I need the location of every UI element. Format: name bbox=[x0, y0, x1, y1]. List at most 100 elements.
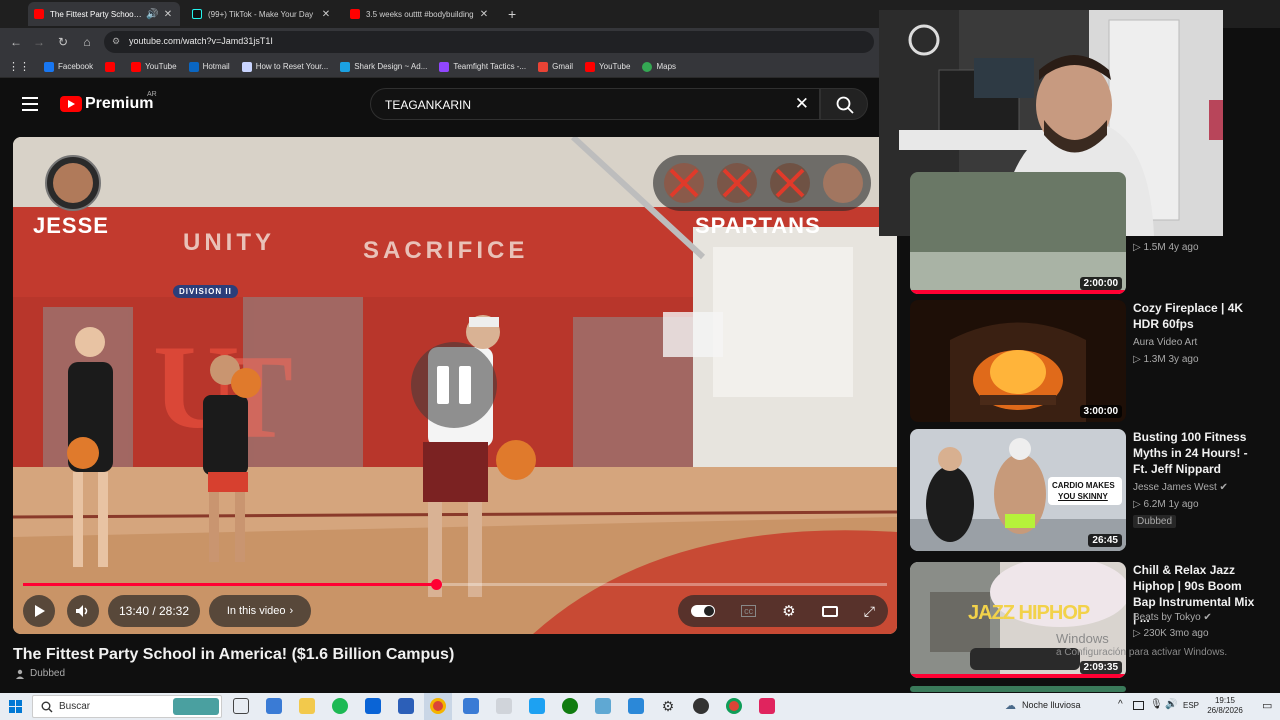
volume-icon bbox=[76, 605, 88, 617]
widgets-icon[interactable] bbox=[266, 698, 282, 714]
reload-icon[interactable]: ↻ bbox=[55, 34, 71, 50]
windows-start-icon[interactable] bbox=[9, 700, 22, 713]
outlook-icon[interactable] bbox=[365, 698, 381, 714]
recommendation-item[interactable]: JAZZ HIPHOP 2:09:35 Chill & Relax Jazz H… bbox=[910, 562, 1254, 684]
close-tab-icon[interactable]: ✕ bbox=[320, 9, 332, 20]
chrome-profile-icon[interactable] bbox=[726, 698, 742, 714]
tab-youtube-video[interactable]: The Fittest Party School in A 🔊 ✕ bbox=[28, 2, 180, 26]
xbox-icon[interactable] bbox=[562, 698, 578, 714]
bookmark-youtube-icon-only[interactable] bbox=[105, 61, 119, 72]
video-thumbnail[interactable]: 2:00:00 bbox=[910, 172, 1126, 294]
file-explorer-icon[interactable] bbox=[299, 698, 315, 714]
tab-bodybuilding[interactable]: 3.5 weeks outttt #bodybuilding ✕ bbox=[344, 2, 496, 26]
site-info-icon[interactable]: ⚙ bbox=[112, 36, 124, 48]
new-tab-button[interactable]: + bbox=[502, 2, 522, 26]
duration-badge: 26:45 bbox=[1088, 534, 1122, 547]
banner-unity: UNITY bbox=[183, 229, 275, 256]
bookmark-youtube[interactable]: YouTube bbox=[131, 61, 177, 72]
video-thumbnail[interactable]: JAZZ HIPHOP 2:09:35 bbox=[910, 562, 1126, 678]
clear-search-icon[interactable]: ✕ bbox=[795, 94, 809, 114]
fullscreen-icon[interactable]: ⤢ bbox=[864, 603, 875, 620]
clock[interactable]: 19:15 26/8/2026 bbox=[1205, 696, 1245, 716]
dubbed-icon bbox=[16, 669, 24, 679]
taskbar-search-input[interactable]: Buscar bbox=[32, 695, 222, 718]
close-tab-icon[interactable]: ✕ bbox=[478, 9, 490, 20]
chapters-label: In this video bbox=[226, 605, 286, 617]
division-sign: DIVISION II bbox=[173, 285, 238, 298]
bookmark-tft[interactable]: Teamfight Tactics -... bbox=[439, 61, 526, 72]
bookmark-reset[interactable]: How to Reset Your... bbox=[241, 61, 328, 72]
bookmark-shark-design[interactable]: Shark Design ~ Ad... bbox=[340, 61, 427, 72]
weather-icon[interactable]: ☁ bbox=[1005, 699, 1016, 712]
mic-icon[interactable]: 🎙 bbox=[1150, 699, 1163, 710]
speaker-icon[interactable]: 🔊 bbox=[146, 9, 158, 20]
play-button[interactable] bbox=[23, 595, 55, 627]
chrome-icon[interactable] bbox=[430, 698, 446, 714]
channel-name[interactable]: Jesse James West ✔ bbox=[1133, 482, 1228, 493]
speaker-icon[interactable]: 🔊 bbox=[1165, 699, 1177, 710]
scrubber-handle[interactable] bbox=[430, 579, 442, 590]
apps-icon[interactable]: ⋮⋮ bbox=[8, 60, 30, 73]
video-thumbnail[interactable] bbox=[910, 686, 1126, 692]
tiktok-icon bbox=[192, 9, 202, 19]
calculator-icon[interactable] bbox=[463, 698, 479, 714]
address-bar[interactable]: ⚙ youtube.com/watch?v=Jamd31jsT1I bbox=[104, 31, 874, 53]
bookmarks-bar: ⋮⋮ Facebook YouTube Hotmail How to Reset… bbox=[0, 56, 880, 78]
pause-overlay-icon[interactable] bbox=[411, 342, 497, 428]
autoplay-toggle[interactable] bbox=[691, 605, 716, 617]
chapters-button[interactable]: In this video › bbox=[209, 595, 311, 627]
notepad-icon[interactable] bbox=[496, 698, 512, 714]
settings-icon[interactable]: ⚙ bbox=[660, 698, 676, 714]
windows-activation-watermark: Windows a Configuración para activar Win… bbox=[1056, 631, 1228, 659]
obs-icon[interactable] bbox=[693, 698, 709, 714]
search-button[interactable] bbox=[820, 88, 868, 120]
video-player[interactable]: U T JESSE SPARTANS UNITY SACRIFICE DIVIS… bbox=[13, 137, 897, 634]
bookmark-gmail[interactable]: Gmail bbox=[538, 61, 573, 72]
spotify-icon[interactable] bbox=[332, 698, 348, 714]
home-icon[interactable]: ⌂ bbox=[79, 34, 95, 50]
duration-badge: 3:00:00 bbox=[1079, 405, 1122, 418]
forward-icon[interactable]: → bbox=[31, 34, 47, 50]
settings-icon[interactable]: ⚙ bbox=[782, 602, 795, 620]
bookmark-hotmail[interactable]: Hotmail bbox=[188, 61, 230, 72]
time-display: 13:40 / 28:32 bbox=[108, 595, 200, 627]
weather-text[interactable]: Noche lluviosa bbox=[1022, 700, 1081, 710]
theater-mode-icon[interactable] bbox=[821, 605, 838, 617]
volume-button[interactable] bbox=[67, 595, 99, 627]
progress-bar[interactable] bbox=[23, 579, 887, 590]
recommendation-item[interactable]: 2:00:00 ▷ 1.5M 4y ago bbox=[910, 172, 1250, 294]
task-view-icon[interactable] bbox=[233, 698, 249, 714]
close-tab-icon[interactable]: ✕ bbox=[162, 9, 174, 20]
thumb-text-cardio: CARDIO MAKES bbox=[1052, 481, 1115, 490]
bookmark-maps[interactable]: Maps bbox=[642, 61, 676, 72]
app-red-icon[interactable] bbox=[759, 698, 775, 714]
app-icon[interactable] bbox=[595, 698, 611, 714]
photos-icon[interactable] bbox=[529, 698, 545, 714]
channel-name[interactable]: Beats by Tokyo ✔ bbox=[1133, 612, 1212, 623]
recommendation-item-partial[interactable] bbox=[910, 686, 1250, 692]
store-icon[interactable] bbox=[628, 698, 644, 714]
clock-date: 26/8/2026 bbox=[1207, 706, 1243, 715]
bookmark-youtube-2[interactable]: YouTube bbox=[585, 61, 630, 72]
notification-icon[interactable]: ▭ bbox=[1262, 699, 1272, 712]
tab-tiktok[interactable]: (99+) TikTok - Make Your Day ✕ bbox=[186, 2, 338, 26]
video-title[interactable]: Cozy Fireplace | 4K HDR 60fps bbox=[1133, 300, 1261, 332]
back-icon[interactable]: ← bbox=[8, 34, 24, 50]
chevron-up-icon[interactable]: ^ bbox=[1118, 699, 1123, 710]
recommendation-item[interactable]: 3:00:00 Cozy Fireplace | 4K HDR 60fps Au… bbox=[910, 300, 1250, 422]
recommendation-item[interactable]: CARDIO MAKES YOU SKINNY 26:45 Busting 10… bbox=[910, 429, 1250, 551]
subtitles-icon[interactable]: cc bbox=[741, 605, 757, 617]
bookmark-facebook[interactable]: Facebook bbox=[44, 61, 93, 72]
video-thumbnail[interactable]: CARDIO MAKES YOU SKINNY 26:45 bbox=[910, 429, 1126, 551]
youtube-premium-logo[interactable]: Premium AR bbox=[60, 91, 157, 113]
channel-name[interactable]: Aura Video Art bbox=[1133, 337, 1197, 348]
video-title[interactable]: Busting 100 Fitness Myths in 24 Hours! -… bbox=[1133, 429, 1261, 477]
video-thumbnail[interactable]: 3:00:00 bbox=[910, 300, 1126, 422]
search-input[interactable]: TEAGANKARIN ✕ bbox=[370, 88, 820, 120]
language-indicator[interactable]: ESP bbox=[1183, 701, 1199, 710]
word-icon[interactable] bbox=[398, 698, 414, 714]
thumb-text-skinny: YOU SKINNY bbox=[1058, 492, 1108, 501]
hamburger-menu-icon[interactable] bbox=[22, 97, 38, 111]
progress-played bbox=[23, 583, 436, 586]
network-icon[interactable] bbox=[1133, 701, 1144, 710]
